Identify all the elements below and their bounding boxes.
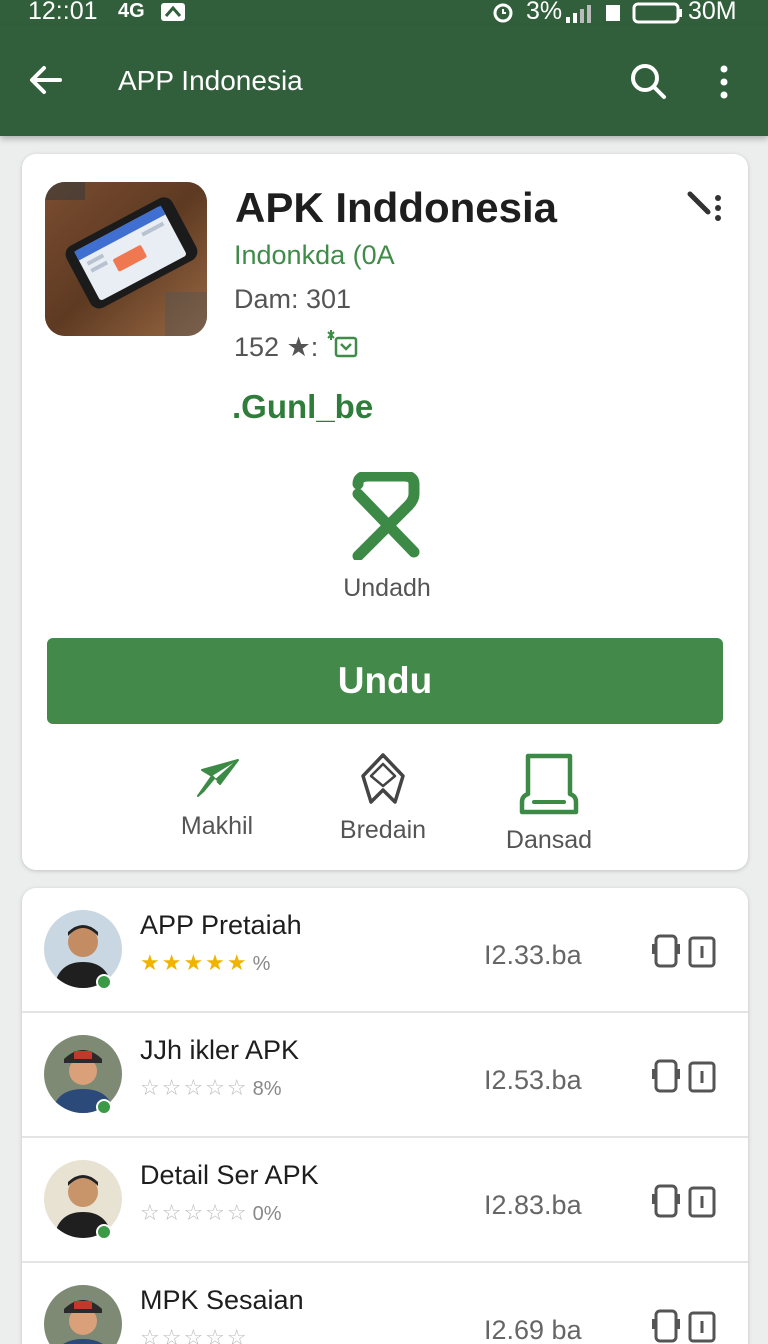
list-item-name: Detail Ser APK: [140, 1160, 319, 1190]
download-badge-icon: [324, 330, 358, 365]
rating-percent: 0%: [252, 1203, 282, 1225]
list-item[interactable]: JJh ikler APK ☆☆☆☆☆ 8% I2.53.ba: [22, 1013, 748, 1138]
alarm-icon: [490, 1, 516, 28]
action-label: Bredain: [339, 816, 427, 844]
list-item[interactable]: Detail Ser APK ☆☆☆☆☆ 0% I2.83.ba: [22, 1138, 748, 1263]
install-icons[interactable]: [650, 932, 720, 972]
rating-percent: %: [252, 953, 271, 975]
install-icons[interactable]: [650, 1307, 720, 1344]
back-arrow-icon[interactable]: [26, 60, 66, 100]
signal-icon: [564, 2, 594, 28]
action-label: Makhil: [180, 812, 254, 840]
install-icons[interactable]: [650, 1057, 720, 1097]
card-menu-icon[interactable]: [686, 188, 726, 228]
action-label: Dansad: [505, 826, 593, 854]
online-status-dot: [96, 974, 112, 990]
app-tag: .Gunl_be: [232, 388, 374, 425]
app-detail-card: APK Inddonesia Indonkda (0A Dam: 301 152…: [22, 154, 748, 870]
rating-stars: ☆☆☆☆☆: [140, 1325, 249, 1344]
search-icon[interactable]: [628, 61, 668, 101]
rating-stars: ☆☆☆☆☆ 8%: [140, 1075, 282, 1100]
notification-icon: [160, 1, 186, 27]
action-makhil[interactable]: Makhil: [142, 752, 292, 841]
action-dansad[interactable]: Dansad: [474, 752, 624, 855]
list-item-size: I2.83.ba: [484, 1190, 582, 1220]
list-item-size: I2.69 ba: [484, 1315, 582, 1344]
app-developer[interactable]: Indonkda (0A: [234, 240, 395, 271]
rating-text: 152 ★:: [234, 332, 319, 362]
ribbon-icon[interactable]: [344, 470, 428, 562]
battery-icon: [632, 2, 684, 29]
center-action-label: Undadh: [343, 574, 431, 602]
app-icon: [45, 182, 207, 336]
list-item-name: JJh ikler APK: [140, 1035, 300, 1065]
more-vert-icon[interactable]: [712, 62, 736, 102]
list-item-size: I2.33.ba: [484, 940, 582, 970]
device-icon: [519, 753, 579, 815]
download-button[interactable]: Undu: [47, 638, 723, 724]
action-bredain[interactable]: Bredain: [308, 752, 458, 845]
star-outline-icon: [361, 753, 405, 804]
app-bar: APP Indonesia: [0, 26, 768, 136]
install-icons[interactable]: [650, 1182, 720, 1222]
online-status-dot: [96, 1099, 112, 1115]
list-item-size: I2.53.ba: [484, 1065, 582, 1095]
list-item[interactable]: APP Pretaiah ★★★★★% I2.33.ba: [22, 888, 748, 1013]
list-item[interactable]: MPK Sesaian ☆☆☆☆☆ I2.69 ba: [22, 1263, 748, 1344]
data-usage: 30M: [688, 0, 737, 25]
avatar: [44, 1285, 122, 1344]
network-icon: 4G: [118, 0, 145, 22]
rating-percent: 8%: [252, 1078, 282, 1100]
status-bar: 12::01 4G 3% 30M: [0, 0, 768, 26]
app-meta: Dam: 301: [234, 284, 352, 314]
rating-stars: ☆☆☆☆☆ 0%: [140, 1200, 282, 1225]
battery-percent: 3%: [526, 0, 563, 25]
send-icon: [197, 759, 239, 797]
app-name: APK Inddonesia: [235, 184, 558, 231]
sim-icon: [604, 2, 622, 28]
rating-stars: ★★★★★%: [140, 950, 271, 975]
list-item-name: APP Pretaiah: [140, 910, 302, 940]
list-item-name: MPK Sesaian: [140, 1285, 304, 1315]
app-rating: 152 ★:: [234, 330, 358, 365]
status-time: 12::01: [28, 0, 98, 25]
app-bar-title: APP Indonesia: [118, 65, 303, 96]
related-apps-list: APP Pretaiah ★★★★★% I2.33.ba JJh ikler A…: [22, 888, 748, 1344]
online-status-dot: [96, 1224, 112, 1240]
